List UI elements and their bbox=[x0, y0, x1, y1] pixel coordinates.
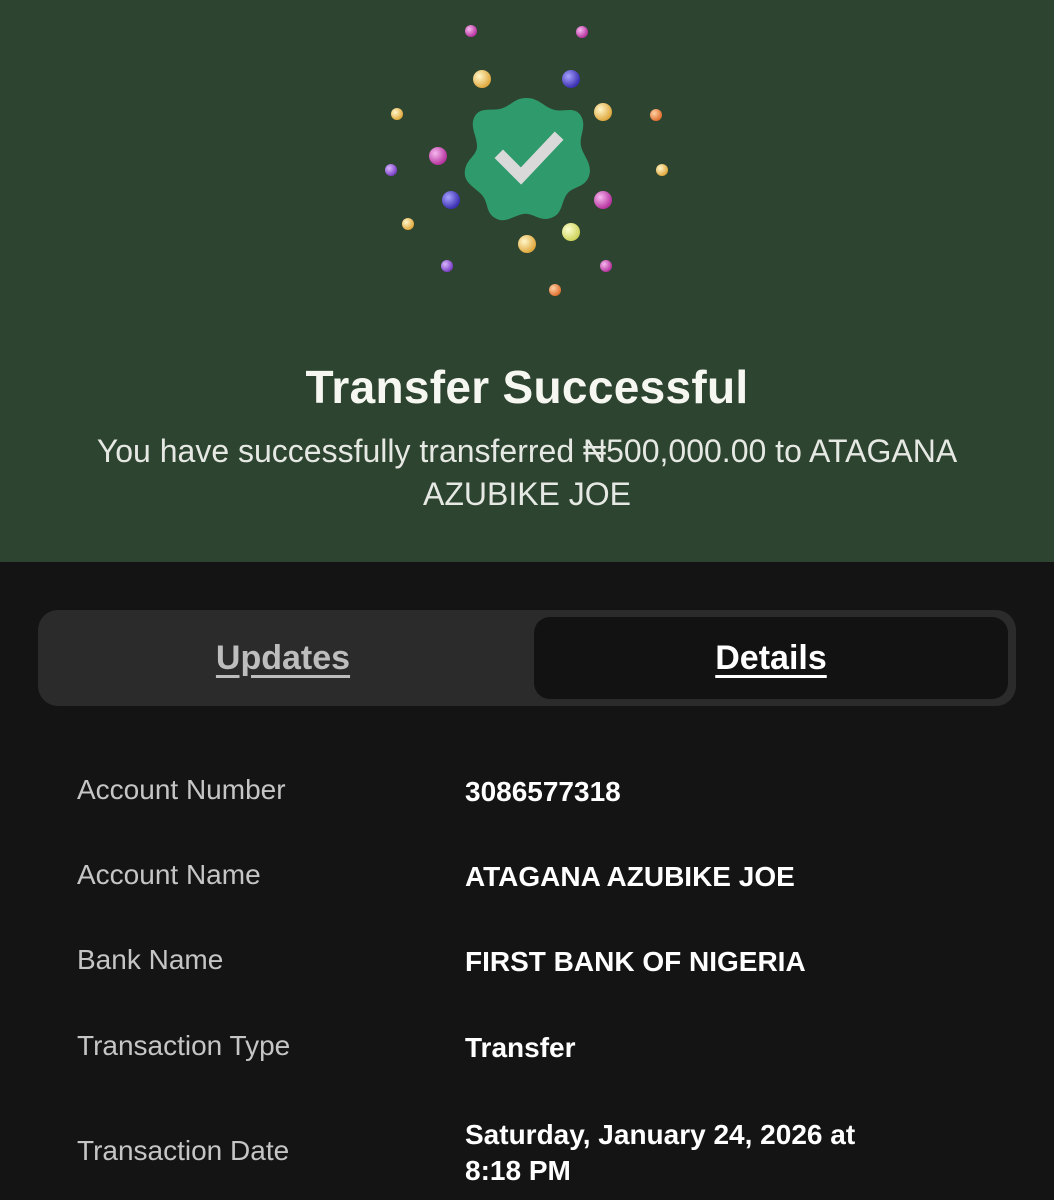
detail-label: Transaction Date bbox=[77, 1135, 290, 1166]
detail-label: Account Number bbox=[77, 774, 286, 805]
success-message: You have successfully transferred ₦500,0… bbox=[96, 433, 958, 512]
tab-bar: Updates Details bbox=[38, 610, 1016, 706]
page-title: Transfer Successful bbox=[305, 361, 749, 413]
detail-value: ATAGANA AZUBIKE JOE bbox=[465, 861, 795, 892]
confetti-decoration bbox=[385, 25, 668, 296]
tab-updates[interactable]: Updates bbox=[46, 617, 520, 699]
check-badge-icon bbox=[464, 98, 590, 221]
detail-value: Saturday, January 24, 2026 at 8:18 PM bbox=[465, 1119, 856, 1186]
detail-label: Bank Name bbox=[77, 944, 224, 975]
tab-details[interactable]: Details bbox=[534, 617, 1008, 699]
detail-value: 3086577318 bbox=[465, 776, 621, 807]
detail-value: FIRST BANK OF NIGERIA bbox=[465, 946, 806, 977]
detail-label: Transaction Type bbox=[77, 1030, 291, 1061]
transaction-panel: Updates Details Account Number 308657731… bbox=[0, 562, 1054, 1200]
success-header: Transfer Successful You have successfull… bbox=[0, 0, 1054, 562]
detail-label: Account Name bbox=[77, 859, 261, 890]
detail-value: Transfer bbox=[465, 1032, 576, 1063]
